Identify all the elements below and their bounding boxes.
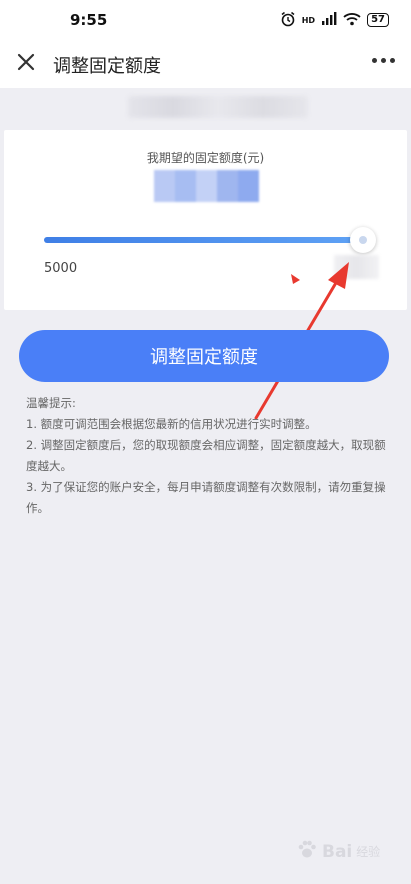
slider-thumb-dot [359, 236, 367, 244]
tips-section: 温馨提示: 1. 额度可调范围会根据您最新的信用状况进行实时调整。 2. 调整固… [26, 393, 396, 519]
tips-heading: 温馨提示: [26, 396, 76, 410]
close-icon[interactable] [14, 50, 38, 74]
redacted-amount [154, 170, 259, 202]
tip-item-2: 2. 调整固定额度后，您的取现额度会相应调整，固定额度越大，取现额度越大。 [26, 438, 386, 473]
amount-card: 我期望的固定额度(元) 5000 [4, 130, 407, 310]
watermark-sub: 经验 [356, 845, 381, 859]
baidu-watermark: Bai 经验 [296, 838, 380, 865]
watermark-text: Bai [322, 841, 353, 862]
paw-icon [296, 838, 318, 865]
amount-slider-thumb[interactable] [350, 227, 376, 253]
status-icons: HD 57 [280, 11, 389, 30]
network-label: HD [301, 15, 316, 25]
page-title: 调整固定额度 [53, 56, 161, 77]
battery-icon: 57 [367, 13, 389, 27]
tip-item-1: 1. 额度可调范围会根据您最新的信用状况进行实时调整。 [26, 417, 317, 431]
wifi-icon [343, 12, 361, 29]
adjust-limit-button[interactable]: 调整固定额度 [19, 330, 389, 382]
redacted-max-label [334, 255, 379, 279]
amount-label: 我期望的固定额度(元) [146, 151, 265, 165]
status-time: 9:55 [70, 11, 108, 29]
slider-min-label: 5000 [44, 261, 78, 276]
status-bar: 9:55 HD 57 [0, 0, 411, 40]
amount-slider-track[interactable] [44, 237, 366, 243]
signal-icon [321, 11, 337, 29]
more-options-icon[interactable] [372, 52, 395, 69]
alarm-icon [280, 11, 296, 30]
tip-item-3: 3. 为了保证您的账户安全，每月申请额度调整有次数限制，请勿重复操作。 [26, 480, 386, 515]
nav-bar: 调整固定额度 [0, 40, 411, 88]
redacted-account-info [128, 96, 308, 118]
